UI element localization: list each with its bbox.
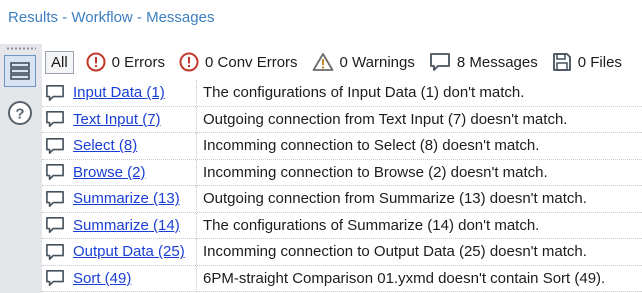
tool-link[interactable]: Summarize (13)	[73, 190, 198, 207]
message-text: The configurations of Summarize (14) don…	[196, 212, 539, 239]
message-icon	[45, 84, 67, 102]
filter-files-button[interactable]: 0 Files	[552, 52, 622, 72]
list-item[interactable]: Summarize (14) The configurations of Sum…	[42, 212, 642, 239]
error-icon	[86, 52, 106, 72]
message-text: The configurations of Input Data (1) don…	[196, 80, 524, 106]
message-icon	[45, 163, 67, 181]
title-bar: Results - Workflow - Messages	[0, 0, 642, 38]
message-filter-toolbar: All 0 Errors 0 Conv Errors 0 Warnings 8 …	[42, 44, 642, 80]
files-label: 0 Files	[577, 53, 622, 71]
message-icon	[45, 216, 67, 234]
tool-link[interactable]: Sort (49)	[73, 270, 198, 287]
warning-icon	[312, 52, 334, 72]
message-text: Incomming connection to Select (8) doesn…	[196, 133, 539, 159]
conv-error-icon	[179, 52, 199, 72]
messages-label: 8 Messages	[456, 53, 538, 71]
message-text: Incomming connection to Output Data (25)…	[196, 239, 587, 265]
list-item[interactable]: Text Input (7) Outgoing connection from …	[42, 106, 642, 133]
messages-list: Input Data (1) The configurations of Inp…	[42, 80, 642, 293]
list-item[interactable]: Browse (2) Incomming connection to Brows…	[42, 159, 642, 186]
message-icon	[45, 110, 67, 128]
tool-link[interactable]: Output Data (25)	[73, 243, 198, 260]
list-item[interactable]: Sort (49) 6PM-straight Comparison 01.yxm…	[42, 265, 642, 292]
tool-link[interactable]: Select (8)	[73, 137, 198, 154]
svg-text:?: ?	[15, 106, 24, 123]
list-item[interactable]: Output Data (25) Incomming connection to…	[42, 239, 642, 266]
message-text: 6PM-straight Comparison 01.yxmd doesn't …	[196, 265, 605, 292]
filter-warnings-button[interactable]: 0 Warnings	[312, 52, 415, 72]
message-text: Outgoing connection from Summarize (13) …	[196, 186, 587, 212]
list-icon	[10, 62, 30, 80]
help-icon: ?	[8, 101, 32, 125]
window-title: Results - Workflow - Messages	[8, 9, 215, 26]
filter-all-button[interactable]: All	[45, 50, 74, 74]
filter-messages-button[interactable]: 8 Messages	[429, 52, 538, 72]
message-icon	[45, 243, 67, 261]
tool-link[interactable]: Browse (2)	[73, 164, 198, 181]
list-item[interactable]: Select (8) Incomming connection to Selec…	[42, 133, 642, 160]
tool-link[interactable]: Text Input (7)	[73, 111, 198, 128]
conv-errors-label: 0 Conv Errors	[205, 53, 298, 71]
tool-link[interactable]: Summarize (14)	[73, 217, 198, 234]
message-icon	[429, 52, 451, 72]
tool-link[interactable]: Input Data (1)	[73, 84, 198, 101]
list-view-button[interactable]	[4, 55, 36, 87]
message-icon	[45, 137, 67, 155]
message-icon	[45, 269, 67, 287]
list-item[interactable]: Summarize (13) Outgoing connection from …	[42, 186, 642, 213]
message-icon	[45, 190, 67, 208]
help-button[interactable]: ?	[4, 97, 36, 129]
drag-grip-icon[interactable]	[6, 47, 36, 50]
message-text: Incomming connection to Browse (2) doesn…	[196, 159, 548, 186]
warnings-label: 0 Warnings	[339, 53, 415, 71]
message-text: Outgoing connection from Text Input (7) …	[196, 106, 567, 133]
save-file-icon	[552, 52, 572, 72]
list-item[interactable]: Input Data (1) The configurations of Inp…	[42, 80, 642, 107]
errors-label: 0 Errors	[111, 53, 166, 71]
filter-conv-errors-button[interactable]: 0 Conv Errors	[179, 52, 298, 72]
filter-errors-button[interactable]: 0 Errors	[86, 52, 165, 72]
